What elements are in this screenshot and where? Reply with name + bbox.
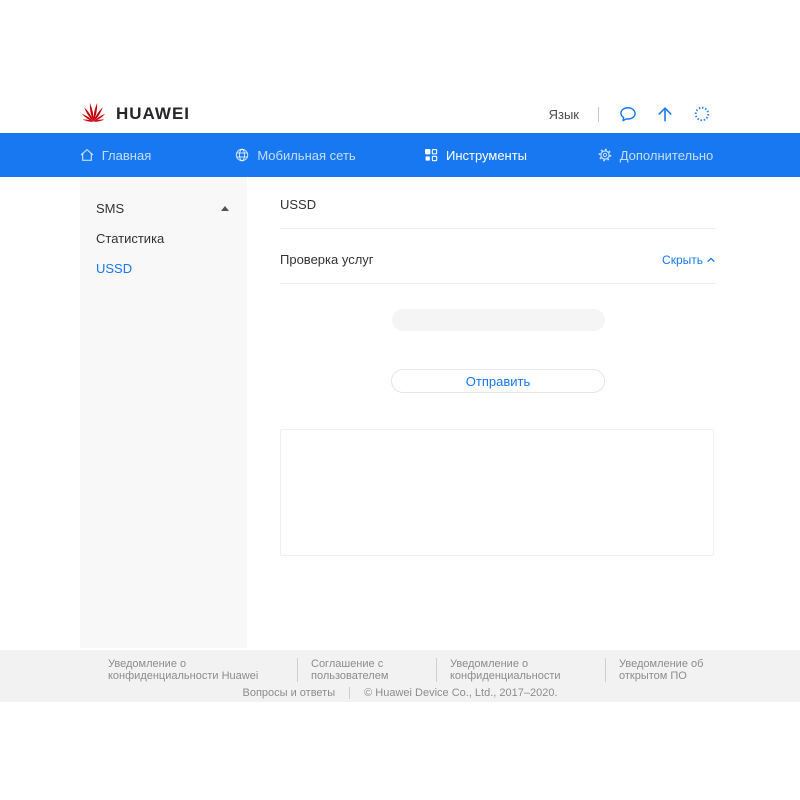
sidebar: SMS Статистика USSD: [80, 177, 247, 648]
footer-link-privacy-huawei[interactable]: Уведомление о конфиденциальности Huawei: [108, 658, 284, 682]
nav-item-label: Инструменты: [446, 148, 527, 163]
footer-divider: [605, 658, 606, 682]
send-button[interactable]: Отправить: [391, 369, 605, 393]
language-selector[interactable]: Язык: [549, 107, 579, 122]
sidebar-item-label: USSD: [96, 261, 132, 276]
nav-item-advanced[interactable]: Дополнительно: [565, 133, 745, 177]
globe-icon: [234, 147, 250, 163]
footer-divider: [297, 658, 298, 682]
nav-item-label: Дополнительно: [620, 148, 714, 163]
chevron-up-icon: [706, 255, 716, 265]
sidebar-group-label: SMS: [96, 201, 124, 216]
page-title: USSD: [280, 197, 716, 213]
huawei-brand: HUAWEI: [80, 100, 190, 128]
footer-link-privacy-notice[interactable]: Уведомление о конфиденциальности: [450, 658, 592, 682]
gear-icon: [597, 147, 613, 163]
header-actions: Язык: [549, 104, 712, 124]
ussd-code-input[interactable]: [392, 309, 605, 331]
sidebar-group-sms[interactable]: SMS: [80, 193, 247, 223]
footer-link-user-agreement[interactable]: Соглашение с пользователем: [311, 658, 423, 682]
divider: [280, 228, 716, 229]
footer-copyright: © Huawei Device Co., Ltd., 2017–2020.: [364, 687, 557, 699]
main-content: USSD Проверка услуг Скрыть Отправить: [280, 177, 716, 556]
ussd-result-textarea[interactable]: [280, 429, 714, 556]
upload-arrow-icon[interactable]: [655, 104, 675, 124]
service-check-section-header: Проверка услуг Скрыть: [280, 252, 716, 267]
nav-item-label: Главная: [102, 148, 151, 163]
footer-links-row: Уведомление о конфиденциальности Huawei …: [0, 658, 800, 682]
sidebar-item-label: Статистика: [96, 231, 164, 246]
brand-name: HUAWEI: [116, 104, 190, 124]
collapse-arrow-icon: [221, 206, 229, 211]
section-label: Проверка услуг: [280, 252, 374, 267]
apps-grid-icon: [423, 147, 439, 163]
page-footer: Уведомление о конфиденциальности Huawei …: [0, 650, 800, 702]
main-nav: Главная Мобильная сеть Инструменты: [0, 133, 800, 177]
footer-link-faq[interactable]: Вопросы и ответы: [242, 687, 335, 699]
sidebar-item-ussd[interactable]: USSD: [80, 253, 247, 283]
hide-link-label: Скрыть: [662, 253, 703, 267]
hide-section-link[interactable]: Скрыть: [662, 253, 716, 267]
spinner-icon[interactable]: [692, 104, 712, 124]
huawei-flower-logo-icon: [80, 100, 107, 128]
footer-divider: [436, 658, 437, 682]
nav-item-tools[interactable]: Инструменты: [385, 133, 565, 177]
footer-bottom-row: Вопросы и ответы © Huawei Device Co., Lt…: [0, 687, 800, 699]
footer-divider: [349, 687, 350, 699]
divider: [280, 283, 716, 284]
nav-item-home[interactable]: Главная: [25, 133, 205, 177]
page-header: HUAWEI Язык: [80, 95, 712, 133]
nav-item-mobile-network[interactable]: Мобильная сеть: [205, 133, 385, 177]
chat-bubble-icon[interactable]: [618, 104, 638, 124]
sidebar-item-statistics[interactable]: Статистика: [80, 223, 247, 253]
nav-item-label: Мобильная сеть: [257, 148, 355, 163]
home-icon: [79, 147, 95, 163]
header-divider: [598, 107, 599, 122]
footer-link-open-source[interactable]: Уведомление об открытом ПО: [619, 658, 735, 682]
